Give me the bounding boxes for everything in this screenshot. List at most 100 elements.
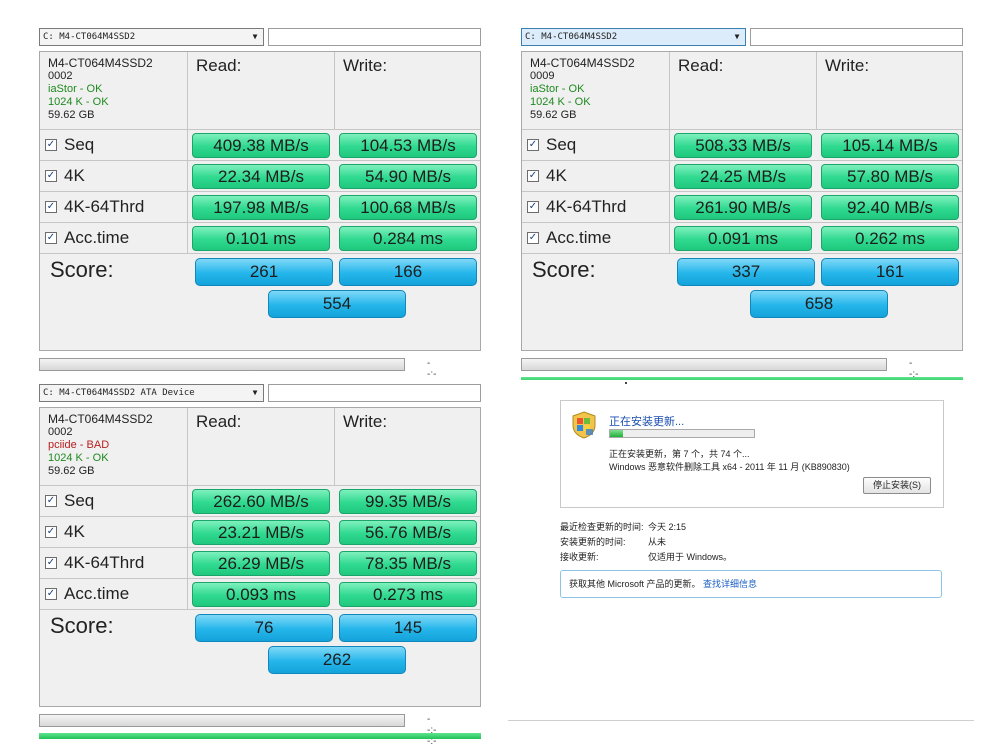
drive-select-value: C: M4-CT064M4SSD2: [525, 32, 618, 42]
row-label[interactable]: ✓ 4K-64Thrd: [40, 192, 188, 222]
drive-alignment: 1024 K - OK: [530, 96, 591, 108]
read-result: 0.093 ms: [192, 582, 330, 607]
chevron-down-icon[interactable]: ▼: [249, 31, 261, 43]
benchmark-progress-bar: [39, 714, 405, 727]
receive-label: 接收更新:: [560, 552, 599, 562]
row-label[interactable]: ✓ Seq: [522, 130, 670, 160]
checkbox[interactable]: ✓: [45, 588, 57, 600]
row-label[interactable]: ✓ 4K: [40, 161, 188, 191]
score-label: Score:: [50, 257, 114, 282]
update-progress-bar: [609, 429, 755, 438]
elapsed-time: --:--:--: [427, 714, 437, 750]
drive-model: M4-CT064M4SSD2: [530, 56, 635, 70]
row-label[interactable]: ✓ Seq: [40, 130, 188, 160]
results-grid: M4-CT064M4SSD2 0009 iaStor - OK 1024 K -…: [521, 51, 963, 351]
quadrant-bottom-right: 正在安装更新... 正在安装更新，第 7 个，共 74 个... Windows…: [508, 380, 974, 725]
result-row: ✓ Acc.time 0.091 ms 0.262 ms: [522, 223, 962, 254]
row-label[interactable]: ✓ 4K-64Thrd: [40, 548, 188, 578]
checkbox[interactable]: ✓: [45, 201, 57, 213]
score-read: 76: [195, 614, 333, 642]
quadrant-top-right: C: M4-CT064M4SSD2 ▼ M4-CT064M4SSD2 0009 …: [513, 20, 973, 402]
drive-model: M4-CT064M4SSD2: [48, 412, 153, 426]
results-grid: M4-CT064M4SSD2 0002 pciide - BAD 1024 K …: [39, 407, 481, 707]
write-result: 78.35 MB/s: [339, 551, 477, 576]
row-label-text: 4K: [546, 166, 567, 185]
update-install-box: 正在安装更新... 正在安装更新，第 7 个，共 74 个... Windows…: [560, 400, 944, 508]
row-label[interactable]: ✓ Acc.time: [40, 223, 188, 253]
last-check-value: 今天 2:15: [648, 522, 687, 532]
checkbox[interactable]: ✓: [527, 201, 539, 213]
row-label[interactable]: ✓ 4K-64Thrd: [522, 192, 670, 222]
drive-alignment: 1024 K - OK: [48, 96, 109, 108]
checkbox[interactable]: ✓: [527, 139, 539, 151]
chevron-down-icon[interactable]: ▼: [731, 31, 743, 43]
read-result: 0.091 ms: [674, 226, 812, 251]
row-label[interactable]: ✓ 4K: [40, 517, 188, 547]
drive-info: M4-CT064M4SSD2 0009 iaStor - OK 1024 K -…: [522, 52, 670, 130]
benchmark-progress-bar: [521, 358, 887, 371]
drive-select-value: C: M4-CT064M4SSD2 ATA Device: [43, 388, 195, 398]
score-label: Score:: [50, 613, 114, 638]
row-label[interactable]: ✓ Acc.time: [522, 223, 670, 253]
read-header: Read:: [188, 52, 335, 130]
installed-value: 从未: [648, 537, 667, 547]
row-label[interactable]: ✓ Seq: [40, 486, 188, 516]
result-row: ✓ Acc.time 0.093 ms 0.273 ms: [40, 579, 480, 610]
checkbox[interactable]: ✓: [45, 139, 57, 151]
drive-firmware: 0009: [530, 70, 555, 82]
result-row: ✓ Seq 508.33 MB/s 105.14 MB/s: [522, 130, 962, 161]
find-details-link[interactable]: 查找详细信息: [703, 579, 757, 589]
write-result: 54.90 MB/s: [339, 164, 477, 189]
drive-alignment: 1024 K - OK: [48, 452, 109, 464]
row-label[interactable]: ✓ Acc.time: [40, 579, 188, 609]
other-products-text: 获取其他 Microsoft 产品的更新。: [569, 579, 701, 589]
read-header: Read:: [670, 52, 817, 130]
read-header: Read:: [188, 408, 335, 486]
quadrant-top-left: C: M4-CT064M4SSD2 ▼ M4-CT064M4SSD2 0002 …: [31, 20, 491, 402]
result-row: ✓ 4K 23.21 MB/s 56.76 MB/s: [40, 517, 480, 548]
checkbox[interactable]: ✓: [45, 495, 57, 507]
write-result: 99.35 MB/s: [339, 489, 477, 514]
write-header: Write:: [817, 52, 962, 130]
drive-driver: iaStor - OK: [530, 83, 585, 95]
chevron-down-icon[interactable]: ▼: [249, 387, 261, 399]
installed-label: 安装更新的时间:: [560, 537, 626, 547]
drive-select[interactable]: C: M4-CT064M4SSD2 ▼: [521, 28, 746, 46]
read-result: 26.29 MB/s: [192, 551, 330, 576]
windows-update-shield-icon: [572, 411, 596, 439]
score-total: 262: [268, 646, 406, 674]
checkbox[interactable]: ✓: [527, 232, 539, 244]
row-label[interactable]: ✓ 4K: [522, 161, 670, 191]
drive-select[interactable]: C: M4-CT064M4SSD2 ▼: [39, 28, 264, 46]
write-header: Write:: [335, 408, 480, 486]
checkbox[interactable]: ✓: [527, 170, 539, 182]
stop-install-button[interactable]: 停止安装(S): [863, 477, 931, 494]
read-result: 261.90 MB/s: [674, 195, 812, 220]
result-row: ✓ Seq 409.38 MB/s 104.53 MB/s: [40, 130, 480, 161]
row-label-text: 4K: [64, 522, 85, 541]
drive-firmware: 0002: [48, 426, 73, 438]
read-result: 22.34 MB/s: [192, 164, 330, 189]
write-result: 0.262 ms: [821, 226, 959, 251]
results-grid: M4-CT064M4SSD2 0002 iaStor - OK 1024 K -…: [39, 51, 481, 351]
score-total: 554: [268, 290, 406, 318]
write-header: Write:: [335, 52, 480, 130]
drive-size: 59.62 GB: [48, 465, 95, 477]
result-row: ✓ Seq 262.60 MB/s 99.35 MB/s: [40, 486, 480, 517]
checkbox[interactable]: ✓: [45, 170, 57, 182]
drive-select[interactable]: C: M4-CT064M4SSD2 ATA Device ▼: [39, 384, 264, 402]
stray-dot: [625, 382, 627, 384]
checkbox[interactable]: ✓: [45, 557, 57, 569]
bottom-divider: [508, 720, 974, 721]
side-blank-field: [268, 28, 481, 46]
result-row: ✓ 4K 22.34 MB/s 54.90 MB/s: [40, 161, 480, 192]
drive-model: M4-CT064M4SSD2: [48, 56, 153, 70]
checkbox[interactable]: ✓: [45, 232, 57, 244]
checkbox[interactable]: ✓: [45, 526, 57, 538]
drive-select-value: C: M4-CT064M4SSD2: [43, 32, 136, 42]
row-label-text: Seq: [546, 135, 577, 154]
score-area: Score: 261 166 554: [40, 255, 480, 350]
write-result: 56.76 MB/s: [339, 520, 477, 545]
row-label-text: Seq: [64, 135, 95, 154]
drive-driver: pciide - BAD: [48, 439, 110, 451]
